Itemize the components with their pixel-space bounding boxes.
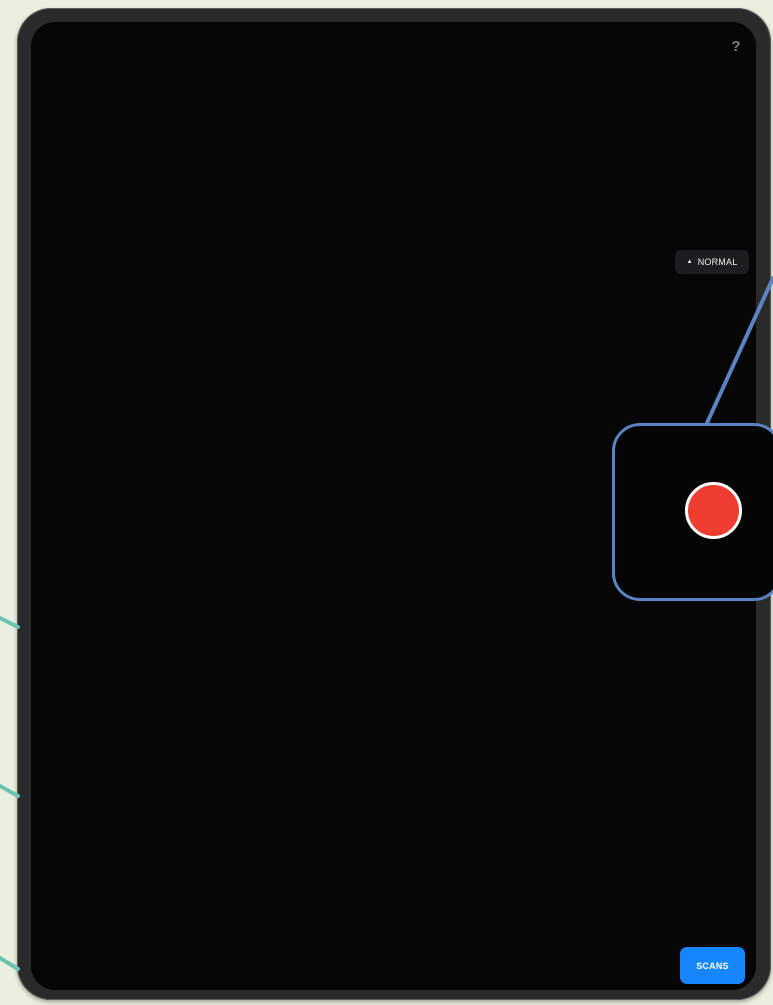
- teal-callout-line-middle: [0, 784, 20, 798]
- question-icon: ?: [731, 38, 741, 55]
- mode-dropdown[interactable]: ▲ NORMAL: [675, 250, 749, 274]
- help-button[interactable]: ?: [724, 35, 748, 59]
- record-button[interactable]: [685, 482, 742, 539]
- scans-button[interactable]: SCANS: [680, 947, 745, 984]
- mode-label: NORMAL: [697, 257, 738, 267]
- record-callout: [612, 423, 773, 601]
- teal-callout-line-lower: [0, 956, 20, 971]
- triangle-up-icon: ▲: [686, 259, 693, 265]
- teal-callout-line-upper: [0, 616, 20, 629]
